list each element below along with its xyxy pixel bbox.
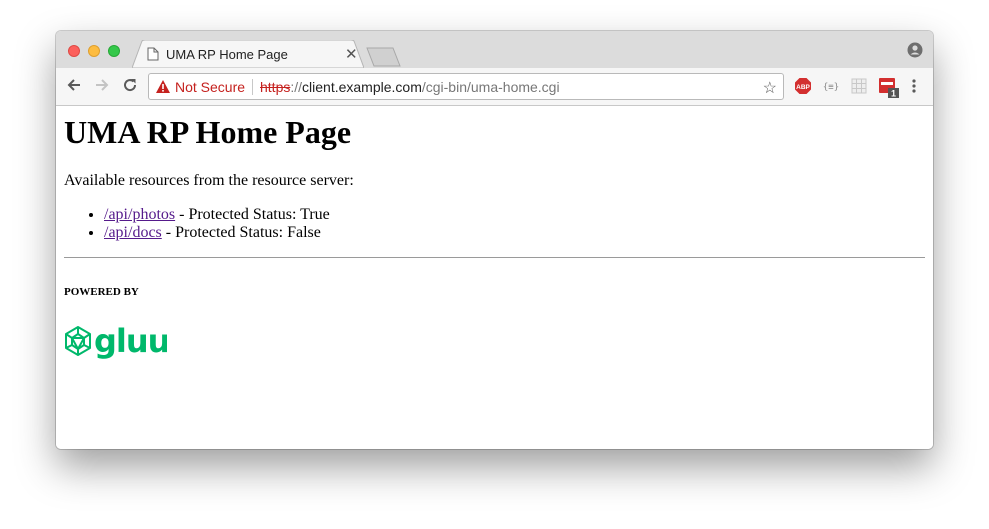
json-viewer-icon[interactable]: {≡} bbox=[822, 77, 840, 95]
gluu-logo-text: gluu bbox=[94, 325, 167, 360]
new-tab-button[interactable] bbox=[366, 47, 402, 67]
powered-by-label: POWERED BY bbox=[64, 286, 139, 298]
maximize-window-button[interactable] bbox=[108, 45, 120, 57]
svg-text:ABP: ABP bbox=[796, 84, 810, 91]
tab-title: UMA RP Home Page bbox=[166, 47, 288, 62]
back-arrow-icon[interactable] bbox=[66, 77, 82, 93]
resource-link-photos[interactable]: /api/photos bbox=[104, 206, 175, 223]
resource-link-docs[interactable]: /api/docs bbox=[104, 224, 162, 241]
not-secure-label[interactable]: Not Secure bbox=[175, 79, 245, 95]
url-path: /cgi-bin/uma-home.cgi bbox=[421, 79, 560, 95]
forward-arrow-icon[interactable] bbox=[94, 77, 110, 93]
extension-badge: 1 bbox=[891, 89, 896, 99]
svg-text:{≡}: {≡} bbox=[823, 83, 839, 93]
bookmark-star-icon[interactable]: ☆ bbox=[763, 78, 777, 98]
resource-item: /api/docs - Protected Status: False bbox=[104, 224, 330, 242]
minimize-window-button[interactable] bbox=[88, 45, 100, 57]
intro-text: Available resources from the resource se… bbox=[64, 172, 354, 189]
tab-strip: UMA RP Home Page ✕ bbox=[56, 31, 933, 68]
url-separator: :// bbox=[290, 79, 303, 95]
page-heading: UMA RP Home Page bbox=[64, 114, 352, 150]
warning-icon bbox=[156, 80, 170, 93]
resource-item: /api/photos - Protected Status: True bbox=[104, 206, 330, 224]
grid-extension-icon[interactable] bbox=[850, 77, 868, 95]
resource-status: - Protected Status: True bbox=[175, 206, 330, 223]
tab-active[interactable]: UMA RP Home Page ✕ bbox=[132, 40, 364, 68]
browser-menu-icon[interactable] bbox=[909, 77, 919, 95]
icosahedron-icon bbox=[65, 326, 91, 356]
url-scheme: https bbox=[260, 79, 291, 95]
divider bbox=[64, 257, 925, 258]
gluu-logo: gluu bbox=[65, 325, 167, 360]
browser-window: UMA RP Home Page ✕ Not Secure https://cl… bbox=[56, 31, 933, 449]
reload-icon[interactable] bbox=[122, 77, 138, 93]
close-window-button[interactable] bbox=[68, 45, 80, 57]
address-bar[interactable]: Not Secure https://client.example.com/cg… bbox=[148, 73, 784, 100]
page-content: UMA RP Home Page Available resources fro… bbox=[56, 106, 933, 449]
adblock-plus-icon[interactable]: ABP bbox=[794, 77, 812, 95]
url-host: client.example.com bbox=[302, 79, 422, 95]
toolbar: Not Secure https://client.example.com/cg… bbox=[56, 68, 933, 106]
document-icon bbox=[147, 47, 159, 61]
profile-icon[interactable] bbox=[907, 42, 923, 58]
resource-status: - Protected Status: False bbox=[161, 224, 321, 241]
url-text[interactable]: https://client.example.com/cgi-bin/uma-h… bbox=[260, 79, 560, 95]
close-tab-icon[interactable]: ✕ bbox=[345, 45, 358, 63]
resource-list: /api/photos - Protected Status: True /ap… bbox=[64, 206, 330, 242]
calendar-extension-icon[interactable]: 1 bbox=[878, 77, 900, 99]
omnibox-separator bbox=[252, 79, 253, 95]
